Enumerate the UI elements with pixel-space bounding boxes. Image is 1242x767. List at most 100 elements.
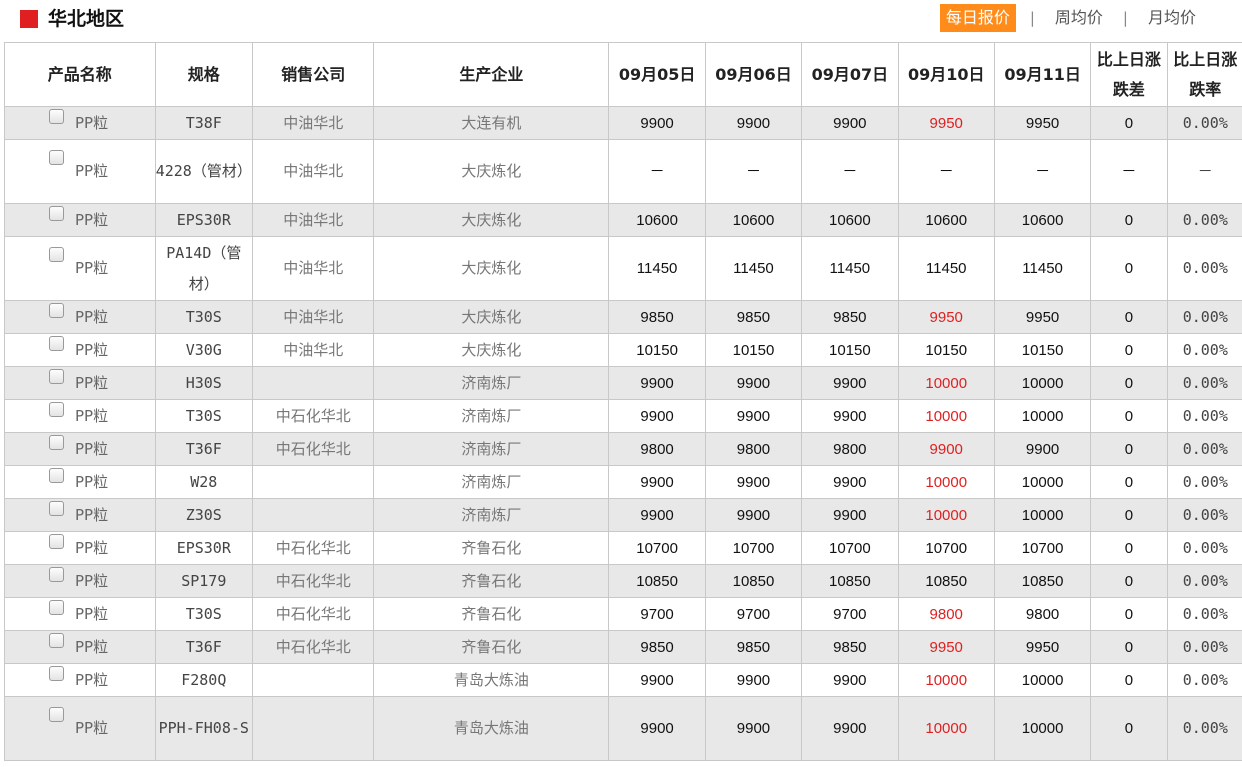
producer-cell: 齐鲁石化 — [373, 564, 610, 598]
table-header-row: 产品名称 规格 销售公司 生产企业 09月05日 09月06日 09月07日 0… — [4, 42, 1242, 107]
daily-rate-cell: 0.00% — [1166, 498, 1242, 532]
daily-diff-cell: 0 — [1090, 432, 1168, 466]
daily-rate-cell: 0.00% — [1166, 531, 1242, 565]
daily-rate-cell: 0.00% — [1166, 465, 1242, 499]
row-checkbox[interactable] — [49, 246, 64, 262]
product-name: PP粒 — [75, 472, 109, 491]
producer-cell: 济南炼厂 — [373, 465, 610, 499]
row-checkbox[interactable] — [49, 567, 64, 582]
price-cell-date-5: － — [993, 139, 1092, 204]
table-row: PP粒 EPS30R 中油华北 大庆炼化 10600 10600 10600 10600 106… — [4, 203, 1242, 237]
row-checkbox[interactable] — [49, 501, 64, 516]
row-checkbox[interactable] — [49, 206, 64, 221]
producer-cell: 大庆炼化 — [373, 203, 610, 237]
spec-cell: T38F — [154, 106, 253, 140]
producer-cell: 济南炼厂 — [373, 498, 610, 532]
product-cell: PP粒 — [4, 465, 156, 499]
sales-company-cell: 中油华北 — [251, 236, 375, 301]
price-cell-date-2: 9900 — [704, 366, 803, 400]
price-cell-date-3: 10700 — [801, 531, 899, 565]
price-cell-date-5: 10000 — [993, 366, 1092, 400]
price-cell-date-5: 10000 — [993, 465, 1092, 499]
product-cell: PP粒 — [4, 564, 156, 598]
daily-diff-cell: 0 — [1090, 498, 1168, 532]
price-cell-date-3: 9900 — [801, 106, 899, 140]
spec-cell: T30S — [154, 399, 253, 433]
price-cell-date-5: 10700 — [993, 531, 1092, 565]
row-checkbox[interactable] — [49, 109, 64, 124]
price-cell-date-1: 9900 — [608, 106, 706, 140]
price-cell-date-4: 10000 — [897, 696, 995, 761]
price-cell-date-3: 9900 — [801, 663, 899, 697]
row-checkbox[interactable] — [49, 336, 64, 351]
spec-cell: SP179 — [154, 564, 253, 598]
sales-company-cell: 中油华北 — [251, 300, 375, 334]
row-checkbox[interactable] — [49, 149, 64, 165]
price-cell-date-5: 11450 — [993, 236, 1092, 301]
price-cell-date-1: 10150 — [608, 333, 706, 367]
price-cell-date-5: 10600 — [993, 203, 1092, 237]
price-cell-date-2: － — [704, 139, 803, 204]
spec-cell: F280Q — [154, 663, 253, 697]
header-daily-diff: 比上日涨跌差 — [1090, 42, 1168, 107]
price-cell-date-2: 9900 — [704, 465, 803, 499]
producer-cell: 济南炼厂 — [373, 399, 610, 433]
row-checkbox[interactable] — [49, 633, 64, 648]
daily-rate-cell: 0.00% — [1166, 399, 1242, 433]
product-name: PP粒 — [75, 162, 109, 180]
price-cell-date-3: 9850 — [801, 300, 899, 334]
row-checkbox[interactable] — [49, 600, 64, 615]
row-checkbox[interactable] — [49, 666, 64, 681]
price-cell-date-4: 9950 — [897, 300, 995, 334]
table-row: PP粒 T30S 中石化华北 济南炼厂 9900 9900 9900 10000 10000 0 0… — [4, 399, 1242, 433]
price-cell-date-2: 9700 — [704, 597, 803, 631]
producer-cell: 大庆炼化 — [373, 300, 610, 334]
price-cell-date-4: 10000 — [897, 663, 995, 697]
sales-company-cell: 中石化华北 — [251, 597, 375, 631]
daily-diff-cell: 0 — [1090, 564, 1168, 598]
row-checkbox[interactable] — [49, 468, 64, 483]
tab-daily-price[interactable]: 每日报价 — [939, 4, 1016, 32]
daily-diff-cell: 0 — [1090, 236, 1168, 301]
row-checkbox[interactable] — [49, 303, 64, 318]
price-cell-date-4: 9800 — [897, 597, 995, 631]
price-cell-date-4: 10700 — [897, 531, 995, 565]
daily-rate-cell: 0.00% — [1166, 236, 1242, 301]
price-cell-date-5: 9950 — [993, 630, 1092, 664]
producer-cell: 齐鲁石化 — [373, 597, 610, 631]
product-name: PP粒 — [75, 340, 109, 359]
price-cell-date-4: 9950 — [897, 106, 995, 140]
price-cell-date-1: 9900 — [608, 465, 706, 499]
sales-company-cell: 中油华北 — [251, 203, 375, 237]
producer-cell: 大庆炼化 — [373, 333, 610, 367]
sales-company-cell: 中油华北 — [251, 333, 375, 367]
price-cell-date-5: 9950 — [993, 106, 1092, 140]
product-cell: PP粒 — [4, 236, 156, 301]
daily-diff-cell: 0 — [1090, 203, 1168, 237]
row-checkbox[interactable] — [49, 435, 64, 450]
product-cell: PP粒 — [4, 432, 156, 466]
sales-company-cell — [251, 366, 375, 400]
producer-cell: 青岛大炼油 — [373, 663, 610, 697]
row-checkbox[interactable] — [49, 706, 64, 722]
daily-rate-cell: 0.00% — [1166, 203, 1242, 237]
daily-diff-cell: 0 — [1090, 630, 1168, 664]
row-checkbox[interactable] — [49, 369, 64, 384]
price-cell-date-1: 9900 — [608, 498, 706, 532]
product-cell: PP粒 — [4, 531, 156, 565]
price-cell-date-3: － — [801, 139, 899, 204]
tab-weekly-average[interactable]: 周均价 — [1049, 4, 1109, 32]
price-cell-date-1: 9900 — [608, 696, 706, 761]
price-cell-date-2: 9900 — [704, 696, 803, 761]
header-spec: 规格 — [154, 42, 253, 107]
daily-rate-cell: 0.00% — [1166, 300, 1242, 334]
price-cell-date-1: 9800 — [608, 432, 706, 466]
table-row: PP粒 T38F 中油华北 大连有机 9900 9900 9900 9950 9950 0 0.00… — [4, 106, 1242, 140]
table-row: PP粒 W28 济南炼厂 9900 9900 9900 10000 10000 0 0.00% — [4, 465, 1242, 499]
tab-monthly-average[interactable]: 月均价 — [1142, 4, 1202, 32]
row-checkbox[interactable] — [49, 402, 64, 417]
row-checkbox[interactable] — [49, 534, 64, 549]
product-name: PP粒 — [75, 373, 109, 392]
product-name: PP粒 — [75, 210, 109, 229]
product-name: PP粒 — [75, 719, 109, 737]
